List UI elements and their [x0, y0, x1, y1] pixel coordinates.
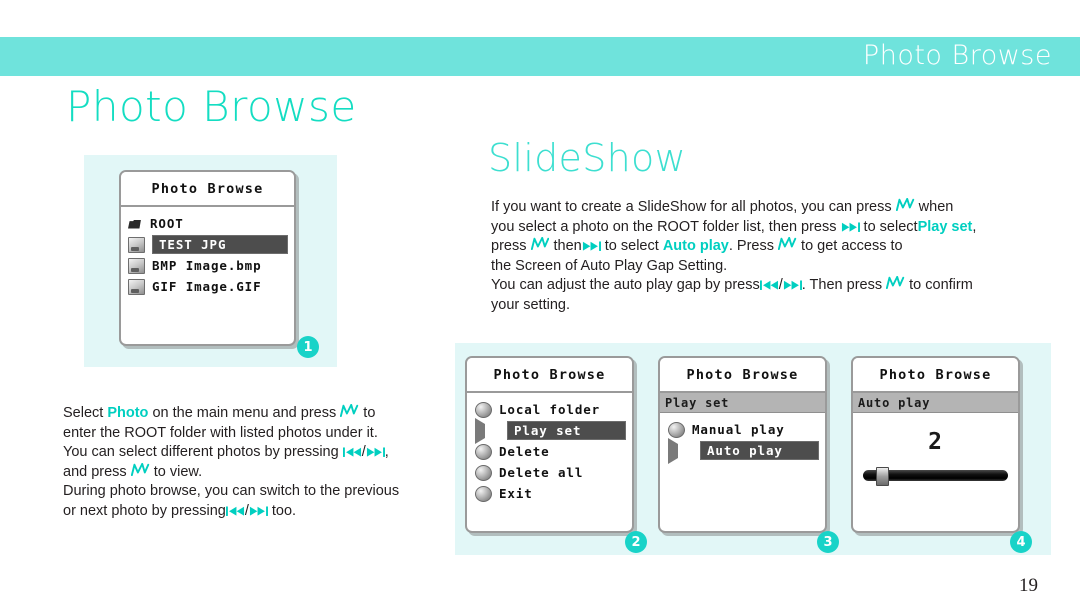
bullet-icon	[668, 421, 685, 438]
section-title: SlideShow	[488, 136, 686, 180]
menu-item[interactable]: Play set	[467, 417, 632, 444]
file-icon	[128, 236, 145, 253]
menu-button-icon	[778, 237, 797, 252]
next-button-icon	[841, 221, 860, 233]
slideshow-instructions: If you want to create a SlideShow for al…	[491, 198, 1056, 315]
selection-highlight: TEST JPG	[152, 235, 288, 254]
auto-play-keyword: Auto play	[662, 238, 729, 254]
right-line-6: your setting.	[491, 296, 570, 313]
right-line-4: the Screen of Auto Play Gap Setting.	[491, 257, 728, 274]
list-item-label: BMP Image.bmp	[152, 258, 262, 273]
menu-button-icon	[895, 198, 915, 213]
lcd-title: Photo Browse	[853, 358, 1018, 393]
lcd-body: Manual play Auto play	[660, 413, 825, 464]
header-bar-title: Photo Browse	[862, 40, 1052, 71]
step-badge-2: 2	[625, 531, 647, 553]
play-arrow-icon	[475, 417, 500, 444]
device-screen-photo-list: Photo Browse ROOT TEST JPG BMP Image.bmp…	[119, 170, 296, 346]
bullet-icon	[475, 401, 492, 418]
bullet-icon	[475, 464, 492, 481]
lcd-body: Local folder Play set Delete Delete all …	[467, 393, 632, 504]
menu-item[interactable]: Delete	[467, 441, 632, 462]
list-item[interactable]: ROOT	[121, 213, 294, 234]
left-line-4: and press to view.	[63, 462, 203, 480]
slider-knob[interactable]	[876, 467, 890, 486]
device-screen-play-set: Photo Browse Play set Manual play Auto p…	[658, 356, 827, 533]
next-button-icon	[582, 241, 601, 252]
menu-item[interactable]: Exit	[467, 483, 632, 504]
page-number: 19	[1019, 575, 1038, 596]
bullet-icon	[475, 443, 492, 460]
step-badge-4: 4	[1010, 531, 1032, 553]
bullet-icon	[475, 485, 492, 502]
left-instructions: Select Photo on the main menu and press …	[63, 404, 443, 521]
left-line-2: enter the ROOT folder with listed photos…	[63, 424, 378, 441]
right-line-3: press then to select Auto play. Press to…	[491, 237, 903, 254]
file-icon	[128, 257, 145, 274]
right-line-2: you select a photo on the ROOT folder li…	[491, 218, 977, 235]
lcd-title: Photo Browse	[121, 172, 294, 207]
list-item[interactable]: TEST JPG	[121, 234, 294, 255]
gap-slider[interactable]	[863, 467, 1008, 486]
step-badge-3: 3	[817, 531, 839, 553]
selection-highlight: Auto play	[700, 441, 819, 460]
next-button-icon	[366, 447, 385, 458]
lcd-subheader: Play set	[660, 393, 825, 413]
selection-highlight: Play set	[507, 421, 626, 440]
play-set-keyword: Play set	[917, 218, 973, 235]
previous-button-icon	[342, 447, 362, 458]
menu-button-icon	[530, 237, 550, 252]
menu-item[interactable]: Auto play	[660, 437, 825, 464]
file-icon	[128, 278, 145, 295]
previous-button-icon	[225, 505, 245, 517]
right-line-5: You can adjust the auto play gap by pres…	[491, 276, 973, 293]
menu-item-label: Exit	[499, 486, 533, 501]
lcd-subheader: Auto play	[853, 393, 1018, 413]
right-line-1: If you want to create a SlideShow for al…	[491, 198, 954, 215]
next-button-icon	[249, 505, 268, 517]
photo-keyword: Photo	[107, 405, 149, 421]
list-item-label: ROOT	[150, 216, 184, 231]
menu-item-label: Play set	[514, 423, 582, 438]
gap-value: 2	[928, 429, 943, 455]
list-item[interactable]: GIF Image.GIF	[121, 276, 294, 297]
lcd-body: ROOT TEST JPG BMP Image.bmp GIF Image.GI…	[121, 207, 294, 297]
play-arrow-icon	[668, 437, 693, 464]
previous-button-icon	[759, 280, 779, 291]
menu-item-label: Manual play	[692, 422, 785, 437]
menu-item-label: Delete	[499, 444, 550, 459]
lcd-title: Photo Browse	[467, 358, 632, 393]
list-item-label: GIF Image.GIF	[152, 279, 262, 294]
step-badge-1: 1	[297, 336, 319, 358]
next-button-icon	[783, 280, 802, 291]
left-line-3: You can select different photos by press…	[63, 444, 389, 460]
device-screen-photo-menu: Photo Browse Local folder Play set Delet…	[465, 356, 634, 533]
folder-icon	[128, 217, 143, 231]
list-item-label: TEST JPG	[159, 237, 227, 252]
left-line-1: Select Photo on the main menu and press …	[63, 404, 376, 421]
menu-button-icon	[340, 404, 359, 419]
left-line-5: During photo browse, you can switch to t…	[63, 483, 400, 499]
left-line-6: or next photo by pressing / too.	[63, 502, 297, 519]
device-screen-auto-play-gap: Photo Browse Auto play 2	[851, 356, 1020, 533]
menu-button-icon	[130, 462, 150, 478]
menu-item-label: Auto play	[707, 443, 783, 458]
menu-button-icon	[886, 276, 905, 291]
menu-item[interactable]: Delete all	[467, 462, 632, 483]
list-item[interactable]: BMP Image.bmp	[121, 255, 294, 276]
header-bar: Photo Browse	[0, 37, 1080, 76]
lcd-body: 2	[853, 413, 1018, 486]
page-title: Photo Browse	[66, 82, 357, 131]
menu-item-label: Delete all	[499, 465, 584, 480]
menu-item-label: Local folder	[499, 402, 601, 417]
lcd-title: Photo Browse	[660, 358, 825, 393]
